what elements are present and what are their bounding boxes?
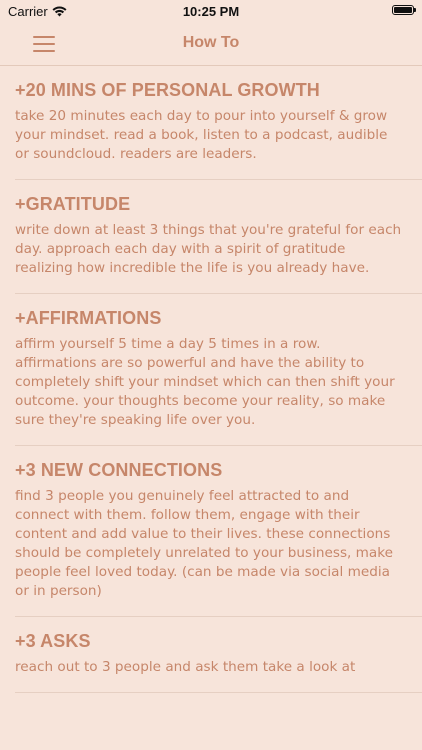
page-title: How To [182,34,240,51]
section-title: +3 ASKS [15,631,91,651]
section-body: take 20 minutes each day to pour into yo… [15,108,388,162]
section-body: reach out to 3 people and ask them take … [15,659,356,675]
list-item-affirmations: +AFFIRMATIONS affirm yourself 5 time a d… [0,294,422,446]
navigation-bar: How To [0,22,422,66]
list-item-gratitude: +GRATITUDE write down at least 3 things … [0,180,422,294]
battery-icon [392,5,416,15]
clock: 10:25 PM [182,4,240,19]
how-to-list[interactable]: +20 MINS OF PERSONAL GROWTH take 20 minu… [0,66,422,693]
section-title: +3 NEW CONNECTIONS [15,460,223,480]
list-item-asks: +3 ASKS reach out to 3 people and ask th… [0,617,422,693]
section-title: +20 MINS OF PERSONAL GROWTH [15,80,320,100]
section-title: +AFFIRMATIONS [15,308,162,328]
section-body: write down at least 3 things that you're… [15,222,402,276]
status-bar: Carrier 10:25 PM [0,0,422,22]
section-body: find 3 people you genuinely feel attract… [15,488,394,599]
section-title: +GRATITUDE [15,194,131,214]
list-item-new-connections: +3 NEW CONNECTIONS find 3 people you gen… [0,446,422,617]
list-item-personal-growth: +20 MINS OF PERSONAL GROWTH take 20 minu… [0,66,422,180]
section-body: affirm yourself 5 time a day 5 times in … [15,336,395,428]
